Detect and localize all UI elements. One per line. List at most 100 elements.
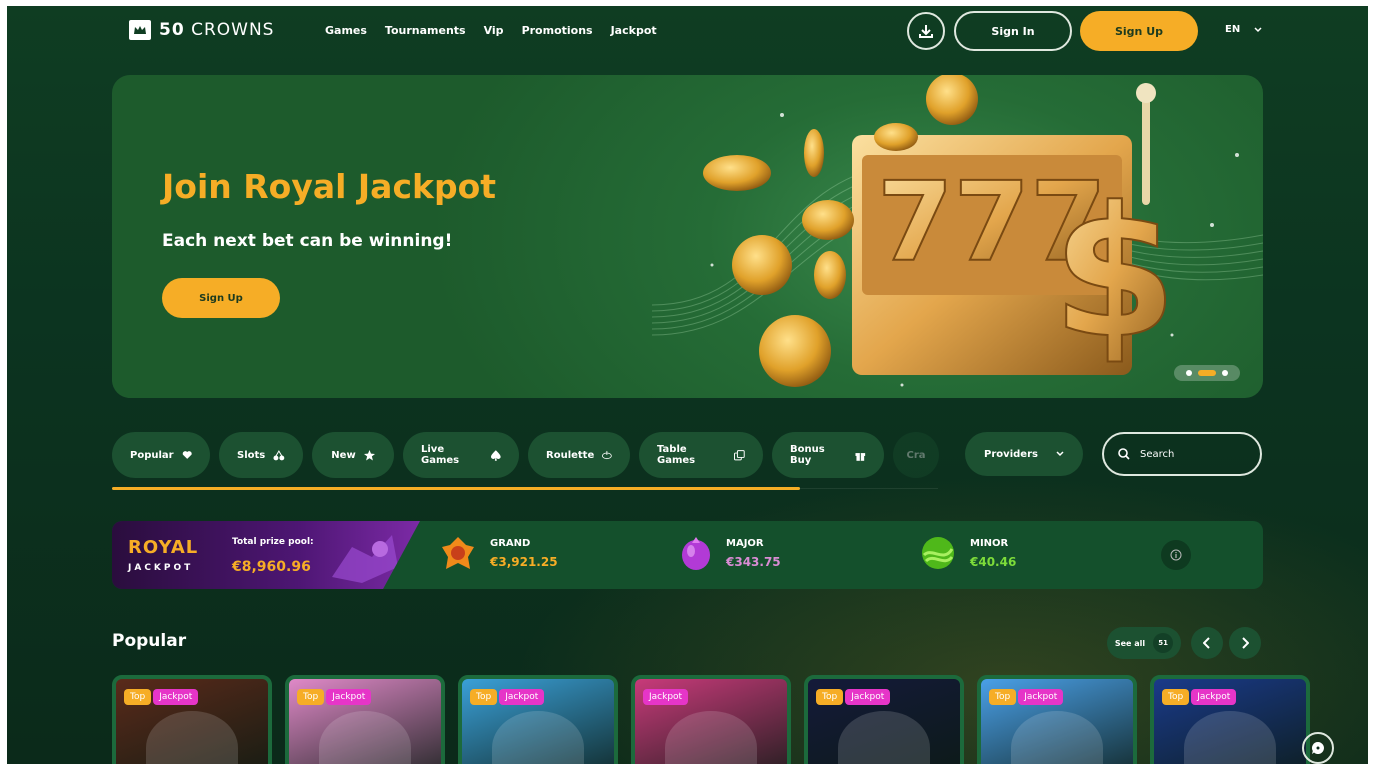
logo[interactable]: 50 CROWNS — [129, 20, 274, 40]
slot-machine-illustration: 777 $ — [652, 75, 1263, 387]
language-selector[interactable]: EN — [1225, 24, 1262, 35]
nav-games[interactable]: Games — [325, 24, 367, 37]
jackpot-tier-major: MAJOR €343.75 — [680, 535, 781, 571]
tab-popular[interactable]: Popular — [112, 432, 210, 478]
chevron-right-icon — [1242, 637, 1249, 649]
top-badge: Top — [989, 689, 1017, 705]
jackpot-bar: ROYAL JACKPOT Total prize pool: €8,960.9… — [112, 521, 1263, 589]
info-icon — [1170, 549, 1182, 561]
carousel-indicator[interactable] — [1174, 365, 1240, 381]
main-nav: Games Tournaments Vip Promotions Jackpot — [325, 24, 657, 37]
download-icon — [919, 25, 933, 38]
game-thumbnail — [665, 711, 757, 764]
search-box[interactable] — [1102, 432, 1262, 476]
heart-icon — [182, 451, 192, 459]
game-thumbnail — [146, 711, 238, 764]
game-cards-row: Top Jackpot Top Jackpot Top Jackpot Jackpot Top… — [112, 675, 1310, 764]
badge-group: Top Jackpot — [297, 689, 372, 705]
tab-slots[interactable]: Slots — [219, 432, 303, 478]
star-icon — [363, 449, 375, 461]
cherries-icon — [273, 449, 285, 460]
tier-value: €40.46 — [970, 554, 1017, 569]
search-input[interactable] — [1138, 447, 1242, 461]
hero-sign-up-button[interactable]: Sign Up — [162, 278, 280, 318]
carousel-dot[interactable] — [1186, 370, 1192, 376]
game-thumbnail — [492, 711, 584, 764]
game-card[interactable]: Top Jackpot — [804, 675, 964, 764]
jackpot-info-button[interactable] — [1161, 540, 1191, 570]
download-button[interactable] — [907, 12, 945, 50]
game-card[interactable]: Top Jackpot — [458, 675, 618, 764]
tab-bonus-buy[interactable]: Bonus Buy — [772, 432, 884, 478]
carousel-prev-button[interactable] — [1191, 627, 1223, 659]
chat-button[interactable] — [1302, 732, 1334, 764]
tab-new[interactable]: New — [312, 432, 394, 478]
game-card[interactable]: Top Jackpot — [1150, 675, 1310, 764]
badge-group: Top Jackpot — [816, 689, 891, 705]
jackpot-tier-grand: GRAND €3,921.25 — [440, 535, 558, 571]
badge-group: Top Jackpot — [1162, 689, 1237, 705]
chat-icon — [1311, 742, 1324, 754]
popular-section-title: Popular — [112, 631, 187, 651]
tab-table-games[interactable]: Table Games — [639, 432, 763, 478]
badge-group: Top Jackpot — [124, 689, 199, 705]
carousel-dot-active[interactable] — [1198, 370, 1216, 376]
top-badge: Top — [470, 689, 498, 705]
royal-label: ROYAL — [128, 537, 199, 558]
carousel-next-button[interactable] — [1229, 627, 1261, 659]
chevron-left-icon — [1203, 637, 1210, 649]
tab-crash[interactable]: Cra — [893, 432, 939, 478]
badge-group: Top Jackpot — [989, 689, 1064, 705]
tier-value: €343.75 — [726, 554, 781, 569]
badge-group: Top Jackpot — [470, 689, 545, 705]
sign-in-button[interactable]: Sign In — [954, 11, 1072, 51]
crown-icon — [129, 20, 151, 40]
game-card[interactable]: Jackpot — [631, 675, 791, 764]
game-thumbnail — [319, 711, 411, 764]
game-thumbnail — [1184, 711, 1276, 764]
royal-jackpot-banner[interactable]: ROYAL JACKPOT Total prize pool: €8,960.9… — [112, 521, 420, 589]
tier-name: GRAND — [490, 537, 531, 549]
tier-name: MAJOR — [726, 537, 764, 549]
chevron-down-icon — [1254, 26, 1262, 32]
hero-title: Join Royal Jackpot — [162, 167, 497, 206]
top-badge: Top — [124, 689, 152, 705]
jackpot-badge: Jackpot — [1191, 689, 1237, 705]
tabs-scroll-indicator[interactable] — [112, 487, 800, 490]
tab-roulette[interactable]: Roulette — [528, 432, 630, 478]
providers-dropdown[interactable]: Providers — [965, 432, 1083, 476]
jackpot-character-art — [332, 535, 398, 583]
search-icon — [1118, 448, 1130, 460]
game-card[interactable]: Top Jackpot — [112, 675, 272, 764]
jackpot-badge: Jackpot — [1018, 689, 1064, 705]
jackpot-badge: Jackpot — [643, 689, 689, 705]
hero-banner: Join Royal Jackpot Each next bet can be … — [112, 75, 1263, 398]
grand-gem-icon — [442, 537, 474, 569]
nav-promotions[interactable]: Promotions — [522, 24, 593, 37]
spade-icon — [491, 449, 501, 461]
chevron-down-icon — [1056, 451, 1064, 457]
nav-vip[interactable]: Vip — [484, 24, 504, 37]
sign-up-button[interactable]: Sign Up — [1080, 11, 1198, 51]
major-gem-icon — [682, 537, 710, 570]
nav-tournaments[interactable]: Tournaments — [385, 24, 466, 37]
tab-live-games[interactable]: Live Games — [403, 432, 519, 478]
nav-jackpot[interactable]: Jackpot — [611, 24, 657, 37]
hero-subtitle: Each next bet can be winning! — [162, 231, 453, 251]
top-badge: Top — [297, 689, 325, 705]
game-card[interactable]: Top Jackpot — [285, 675, 445, 764]
carousel-dot[interactable] — [1222, 370, 1228, 376]
category-tabs: Popular Slots New Live Games Roulette Ta… — [112, 432, 939, 478]
top-badge: Top — [816, 689, 844, 705]
game-thumbnail — [1011, 711, 1103, 764]
minor-gem-icon — [922, 537, 954, 569]
logo-word: CROWNS — [191, 20, 275, 40]
total-prize-value: €8,960.96 — [232, 559, 311, 575]
see-all-button[interactable]: See all 51 — [1107, 627, 1181, 659]
game-card[interactable]: Top Jackpot — [977, 675, 1137, 764]
tier-name: MINOR — [970, 537, 1009, 549]
game-thumbnail — [838, 711, 930, 764]
language-code: EN — [1225, 24, 1241, 35]
gift-icon — [855, 452, 866, 461]
total-prize-label: Total prize pool: — [232, 537, 314, 547]
